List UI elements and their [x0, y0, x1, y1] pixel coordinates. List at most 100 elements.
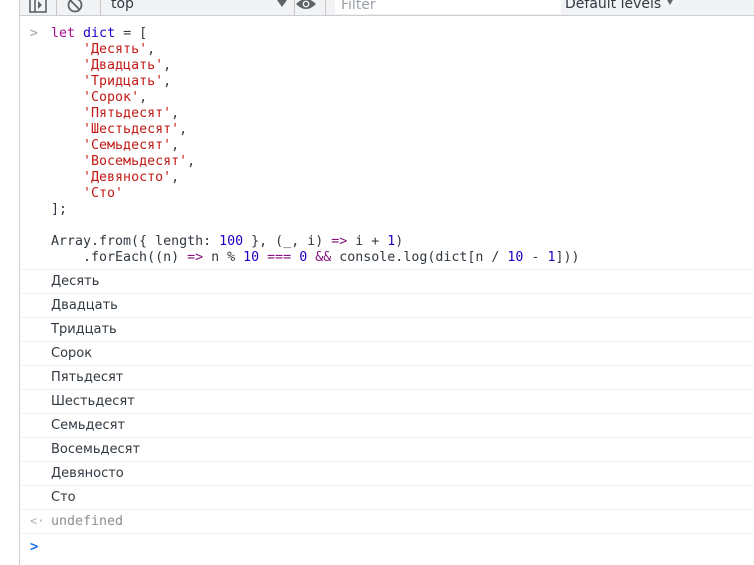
code-token: .forEach((n) — [51, 250, 188, 265]
code-line: 'Девяносто', — [20, 170, 754, 186]
code-token: 'Тридцать' — [83, 74, 164, 89]
toolbar-separator — [100, 0, 101, 15]
chevron-down-icon — [277, 0, 287, 7]
prompt-chevron-icon: > — [30, 539, 39, 555]
log-message: Семьдесят — [20, 414, 754, 438]
toolbar-separator — [325, 0, 326, 15]
code-line: 'Пятьдесят', — [20, 106, 754, 122]
log-message: Сто — [20, 486, 754, 510]
code-line: .forEach((n) => n % 10 === 0 && console.… — [20, 250, 754, 266]
code-token: dict — [83, 26, 116, 41]
log-message: Пятьдесят — [20, 366, 754, 390]
code-token: 'Восемьдесят' — [83, 154, 188, 169]
log-message: Сорок — [20, 342, 754, 366]
code-token: = [ — [115, 26, 148, 41]
code-line: ]; — [20, 202, 754, 218]
code-token: , — [187, 154, 196, 169]
chevron-down-icon — [666, 0, 675, 5]
code-token: Array.from({ length: — [51, 234, 220, 249]
code-token: , — [163, 74, 172, 89]
code-token: 'Девяносто' — [83, 170, 172, 185]
code-token: n % — [203, 250, 244, 265]
code-token: 10 — [243, 250, 260, 265]
context-select-value: top — [111, 0, 134, 12]
code-token: , — [179, 122, 188, 137]
code-token: console.log(dict[n / — [331, 250, 508, 265]
code-token: i + — [347, 234, 388, 249]
code-token: 'Сто' — [83, 186, 124, 201]
code-token: , — [139, 90, 148, 105]
code-token: , — [171, 170, 180, 185]
code-token: 'Сорок' — [83, 90, 140, 105]
code-token: ]; — [51, 202, 68, 217]
code-token: 'Семьдесят' — [83, 138, 172, 153]
code-token: ])) — [555, 250, 580, 265]
code-line: 'Сорок', — [20, 90, 754, 106]
toolbar-separator — [56, 0, 57, 15]
log-output-list: Десять Двадцать Тридцать Сорок Пятьдесят Шест… — [20, 270, 754, 510]
code-line: 'Двадцать', — [20, 58, 754, 74]
filter-input[interactable] — [335, 0, 561, 14]
code-token: , — [171, 106, 180, 121]
code-token: }, (_, i) — [243, 234, 332, 249]
log-message: Восемьдесят — [20, 438, 754, 462]
code-token: , — [147, 42, 156, 57]
code-line: 'Восемьдесят', — [20, 154, 754, 170]
sidebar-toggle-icon[interactable] — [29, 0, 47, 15]
log-message: Тридцать — [20, 318, 754, 342]
code-token: => — [187, 250, 204, 265]
code-token: , — [171, 138, 180, 153]
result-row: <· undefined — [20, 510, 754, 534]
code-line: 'Семьдесят', — [20, 138, 754, 154]
code-token: && — [315, 250, 332, 265]
console-messages: > let dict = [ 'Десять', 'Двадцать', 'Тр… — [20, 16, 754, 560]
code-token: , — [163, 58, 172, 73]
code-block: let dict = [ 'Десять', 'Двадцать', 'Трид… — [20, 16, 754, 266]
left-gutter — [0, 0, 20, 565]
console-toolbar: top Default levels — [20, 0, 754, 16]
code-line: 'Сто' — [20, 186, 754, 202]
code-token: ) — [395, 234, 404, 249]
code-token: 'Десять' — [83, 42, 148, 57]
code-token: - — [523, 250, 548, 265]
log-message: Десять — [20, 270, 754, 294]
code-line: 'Тридцать', — [20, 74, 754, 90]
code-token: 100 — [219, 234, 244, 249]
code-token: 10 — [507, 250, 524, 265]
code-token: => — [331, 234, 348, 249]
code-line: 'Шестьдесят', — [20, 122, 754, 138]
code-token: 'Пятьдесят' — [83, 106, 172, 121]
code-token: let — [51, 26, 76, 41]
log-message: Шестьдесят — [20, 390, 754, 414]
log-message: Девяносто — [20, 462, 754, 486]
code-line: 'Десять', — [20, 42, 754, 58]
result-value: undefined — [51, 514, 124, 529]
code-line: let dict = [ — [20, 26, 754, 42]
log-levels-dropdown[interactable]: Default levels — [565, 0, 675, 12]
code-token: === — [267, 250, 292, 265]
context-select[interactable]: top — [111, 0, 287, 14]
log-message: Двадцать — [20, 294, 754, 318]
eye-icon[interactable] — [295, 0, 317, 15]
code-line: Array.from({ length: 100 }, (_, i) => i … — [20, 234, 754, 250]
result-arrow-icon: <· — [30, 514, 45, 528]
console-prompt[interactable]: > — [20, 534, 754, 560]
clear-console-icon[interactable] — [66, 0, 84, 15]
log-levels-label: Default levels — [565, 0, 662, 12]
code-token: 'Шестьдесят' — [83, 122, 180, 137]
console-input-entry: > let dict = [ 'Десять', 'Двадцать', 'Тр… — [20, 16, 754, 270]
code-token: 'Двадцать' — [83, 58, 164, 73]
